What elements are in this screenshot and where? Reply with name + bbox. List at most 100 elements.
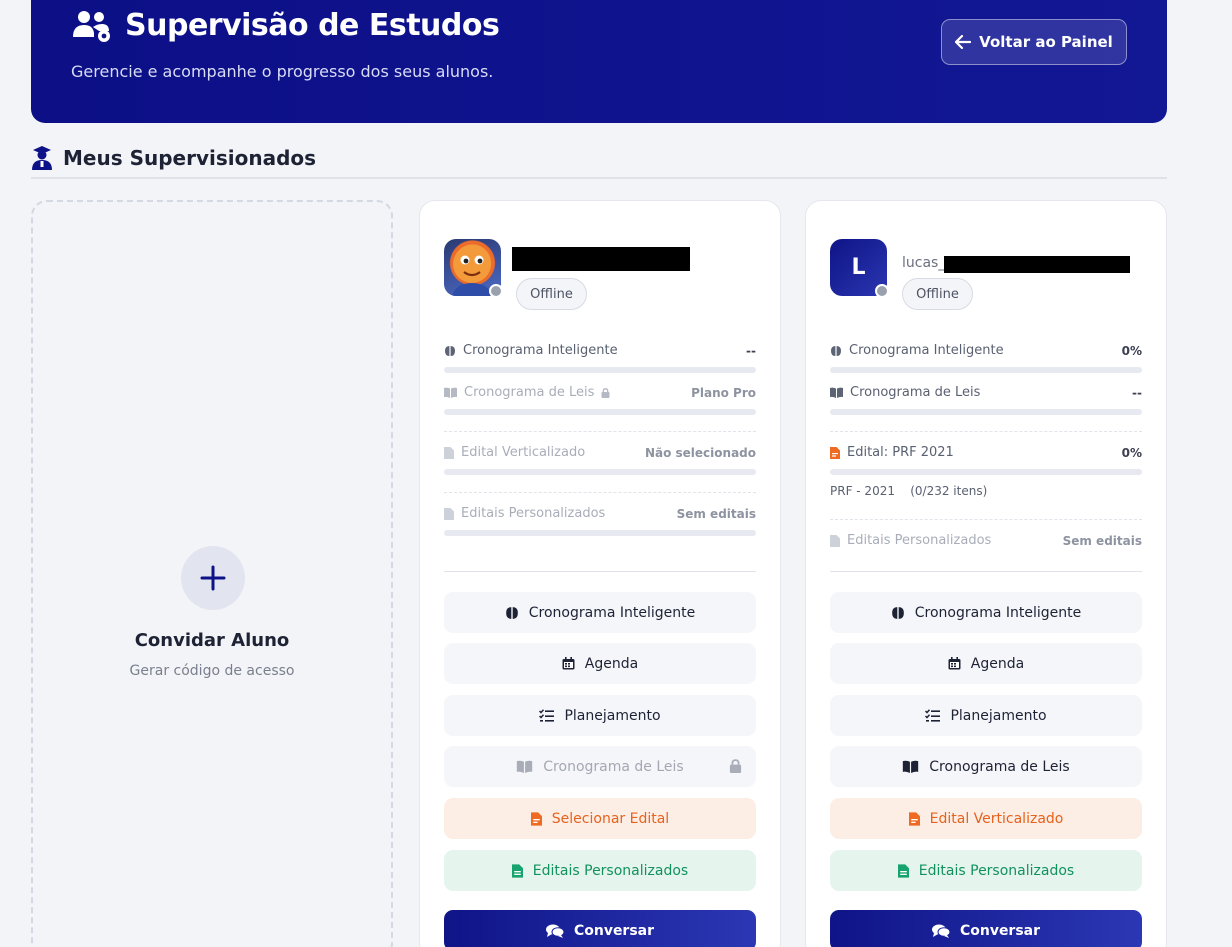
progress-value: -- [1132,385,1142,400]
selecionar-edital-button[interactable]: Selecionar Edital [444,798,756,839]
file-icon [830,534,840,547]
conversar-button[interactable]: Conversar [444,910,756,947]
invite-student-card[interactable]: Convidar Aluno Gerar código de acesso [31,200,393,947]
progress-value: Plano Pro [691,385,756,400]
calendar-icon [562,657,575,670]
progress-label: Cronograma Inteligente [463,343,618,358]
progress-bar [830,469,1142,475]
arrow-left-icon [955,35,972,49]
section-title-label: Meus Supervisionados [63,146,317,170]
progress-label: Cronograma Inteligente [849,343,1004,358]
progress-edital: Edital Verticalizado Não selecionado [444,445,756,475]
progress-label: Edital Verticalizado [461,445,586,460]
file-pdf-icon [830,446,840,459]
page-subtitle: Gerencie e acompanhe o progresso dos seu… [71,62,494,81]
progress-value: 0% [1121,445,1142,460]
comments-icon [545,924,564,938]
progress-personalizados: Editais Personalizados Sem editais [830,533,1142,548]
student-name-redacted [512,247,690,271]
file-icon [444,446,454,459]
list-check-icon [925,709,941,722]
divider [830,519,1142,520]
calendar-icon [948,657,961,670]
book-open-icon [903,760,919,773]
progress-label: Edital: PRF 2021 [847,445,954,460]
brain-icon [831,345,841,356]
divider [830,431,1142,432]
plus-icon [181,546,245,610]
progress-value: Não selecionado [644,445,756,460]
list-check-icon [539,709,555,722]
student-name-prefix: lucas_ [902,255,946,271]
header-title: Supervisão de Estudos [71,8,500,43]
lock-icon [729,759,742,773]
progress-value: Sem editais [1062,533,1142,548]
cronograma-inteligente-button[interactable]: Cronograma Inteligente [830,592,1142,633]
file-alt-icon [511,863,523,878]
progress-label: Cronograma de Leis [464,385,595,400]
progress-leis: Cronograma de Leis -- [830,385,1142,415]
invite-title: Convidar Aluno [134,630,290,651]
progress-bar [830,367,1142,373]
planejamento-button[interactable]: Planejamento [830,695,1142,736]
progress-personalizados: Editais Personalizados Sem editais [444,506,756,536]
progress-label: Editais Personalizados [461,506,606,521]
brain-icon [445,345,455,356]
progress-bar [444,530,756,536]
conversar-button[interactable]: Conversar [830,910,1142,947]
progress-bar [444,367,756,373]
agenda-button[interactable]: Agenda [830,643,1142,684]
progress-bar [444,469,756,475]
progress-value: 0% [1121,343,1142,358]
progress-leis: Cronograma de Leis Plano Pro [444,385,756,415]
cronograma-leis-button[interactable]: Cronograma de Leis [444,746,756,787]
back-button-label: Voltar ao Painel [979,33,1113,51]
progress-label: Editais Personalizados [847,533,992,548]
progress-cronograma: Cronograma Inteligente 0% [830,343,1142,373]
cronograma-leis-button[interactable]: Cronograma de Leis [830,746,1142,787]
progress-label: Cronograma de Leis [850,385,981,400]
book-open-icon [830,387,843,398]
progress-value: Sem editais [676,506,756,521]
file-pdf-icon [908,811,920,826]
planejamento-button[interactable]: Planejamento [444,695,756,736]
file-icon [444,507,454,520]
progress-edital: Edital: PRF 2021 0% [830,445,1142,475]
file-pdf-icon [530,811,542,826]
back-to-panel-button[interactable]: Voltar ao Painel [941,19,1127,65]
status-indicator [875,284,889,298]
edital-verticalizado-button[interactable]: Edital Verticalizado [830,798,1142,839]
student-card: Offline Cronograma Inteligente -- Cronog… [419,200,781,947]
lock-icon [601,387,610,398]
status-indicator [489,284,503,298]
divider [444,571,756,572]
page-title: Supervisão de Estudos [125,8,500,43]
agenda-button[interactable]: Agenda [444,643,756,684]
divider [444,431,756,432]
cronograma-inteligente-button[interactable]: Cronograma Inteligente [444,592,756,633]
student-name-redacted [944,256,1130,273]
student-card: L lucas_ Offline Cronograma Inteligente … [805,200,1167,947]
divider [830,571,1142,572]
book-open-icon [444,387,457,398]
status-badge: Offline [902,278,973,310]
progress-cronograma: Cronograma Inteligente -- [444,343,756,373]
divider [444,492,756,493]
edital-detail: PRF - 2021 (0/232 itens) [830,484,988,498]
progress-value: -- [746,343,756,358]
editais-personalizados-button[interactable]: Editais Personalizados [444,850,756,891]
brain-icon [505,606,518,619]
section-divider [31,177,1167,179]
editais-personalizados-button[interactable]: Editais Personalizados [830,850,1142,891]
comments-icon [931,924,950,938]
users-cog-icon [73,10,110,42]
invite-subtitle: Gerar código de acesso [129,663,295,679]
progress-bar [444,409,756,415]
file-alt-icon [897,863,909,878]
page-header: Supervisão de Estudos Gerencie e acompan… [31,0,1167,123]
brain-icon [891,606,904,619]
book-open-icon [517,760,533,773]
graduate-icon [32,146,52,170]
status-badge: Offline [516,278,587,310]
progress-bar [830,409,1142,415]
